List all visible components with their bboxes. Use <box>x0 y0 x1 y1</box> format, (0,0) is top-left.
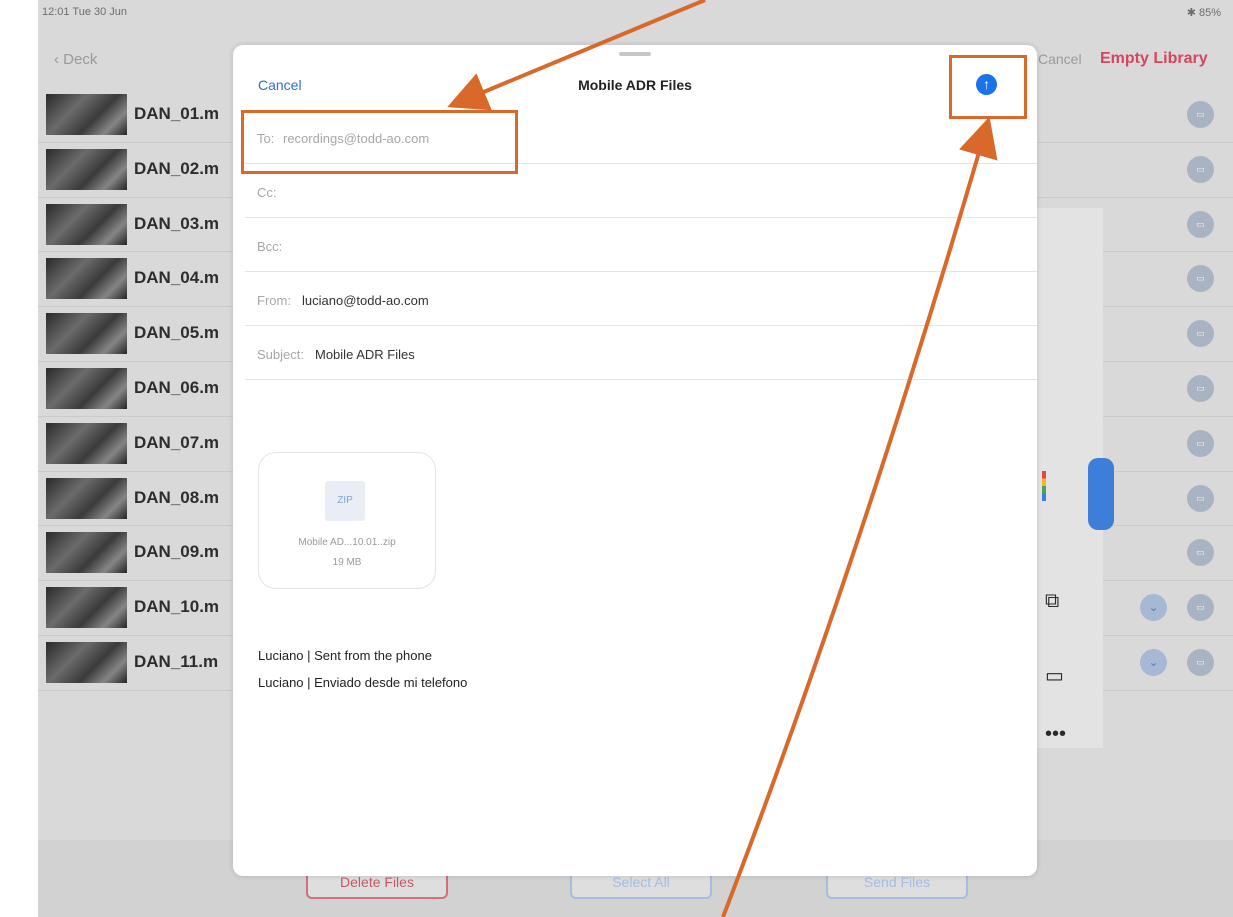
from-label: From: <box>257 293 291 308</box>
file-name: DAN_05.m <box>134 323 220 343</box>
share-file-icon[interactable]: ▭ <box>1187 155 1214 183</box>
share-file-icon[interactable]: ▭ <box>1187 429 1214 457</box>
chevron-down-icon[interactable]: ⌄ <box>1140 594 1167 622</box>
video-thumbnail <box>46 203 127 245</box>
share-file-icon[interactable]: ▭ <box>1187 101 1214 128</box>
chevron-down-icon[interactable]: ⌄ <box>1140 648 1167 676</box>
share-file-icon[interactable]: ▭ <box>1187 648 1214 676</box>
attachment-name: Mobile AD...10.01..zip <box>298 537 396 548</box>
file-name: DAN_02.m <box>134 158 220 178</box>
library-cancel-button[interactable]: Cancel <box>1038 51 1082 67</box>
video-thumbnail <box>46 587 127 629</box>
status-time: 12:01 Tue 30 Jun <box>42 6 128 18</box>
bcc-label: Bcc: <box>257 239 283 254</box>
file-name: DAN_11.m <box>134 651 219 671</box>
file-name: DAN_10.m <box>134 597 220 617</box>
share-file-icon[interactable]: ▭ <box>1187 484 1214 512</box>
video-thumbnail <box>46 422 127 464</box>
from-value: luciano@todd-ao.com <box>302 293 429 308</box>
video-thumbnail <box>46 258 127 300</box>
zip-file-icon: ZIP <box>325 481 365 521</box>
mail-body-line[interactable]: Luciano | Enviado desde mi telefono <box>258 675 467 690</box>
folder-icon[interactable]: ▭ <box>1045 663 1064 688</box>
bcc-field[interactable]: Bcc: <box>245 219 1037 272</box>
video-thumbnail <box>46 641 127 683</box>
copy-icon[interactable]: ⧉ <box>1045 590 1059 613</box>
video-thumbnail <box>46 94 127 135</box>
status-battery: ✱ 85% <box>1186 7 1221 19</box>
back-button[interactable]: ‹ Deck <box>54 51 97 68</box>
share-file-icon[interactable]: ▭ <box>1187 374 1214 402</box>
from-field[interactable]: From: luciano@todd-ao.com <box>245 273 1037 326</box>
subject-field[interactable]: Subject: Mobile ADR Files <box>245 327 1037 380</box>
share-file-icon[interactable]: ▭ <box>1187 265 1214 293</box>
status-bar: 12:01 Tue 30 Jun ✱ 85% <box>38 0 1233 24</box>
share-sheet-panel: ⧉ ▭ ••• <box>1029 208 1114 748</box>
file-name: DAN_08.m <box>134 487 220 507</box>
to-field-highlight <box>241 110 518 174</box>
mail-title: Mobile ADR Files <box>578 77 692 93</box>
file-name: DAN_01.m <box>134 104 220 123</box>
file-name: DAN_04.m <box>134 268 220 288</box>
share-file-icon[interactable]: ▭ <box>1187 594 1214 622</box>
zip-attachment[interactable]: ZIP Mobile AD...10.01..zip 19 MB <box>258 452 436 589</box>
video-thumbnail <box>46 532 127 574</box>
back-label: Deck <box>63 51 98 68</box>
share-file-icon[interactable]: ▭ <box>1187 210 1214 238</box>
video-thumbnail <box>46 148 127 190</box>
file-name: DAN_06.m <box>134 377 220 397</box>
mail-app-icon[interactable] <box>1088 458 1114 530</box>
app-color-icon <box>1042 471 1046 501</box>
share-file-icon[interactable]: ▭ <box>1187 539 1214 567</box>
file-name: DAN_09.m <box>134 542 220 562</box>
more-icon[interactable]: ••• <box>1045 723 1066 746</box>
mail-header: Cancel Mobile ADR Files ↑ <box>233 45 1037 107</box>
video-thumbnail <box>46 477 127 519</box>
attachment-size: 19 MB <box>332 557 362 568</box>
send-button-highlight <box>949 55 1027 119</box>
video-thumbnail <box>46 367 127 409</box>
share-file-icon[interactable]: ▭ <box>1187 320 1214 348</box>
video-thumbnail <box>46 313 127 355</box>
empty-library-button[interactable]: Empty Library <box>1100 50 1208 68</box>
subject-value: Mobile ADR Files <box>315 347 415 362</box>
file-name: DAN_07.m <box>134 432 220 452</box>
cc-label: Cc: <box>257 185 277 200</box>
mail-body-line[interactable]: Luciano | Sent from the phone <box>258 648 432 663</box>
file-name: DAN_03.m <box>134 213 220 233</box>
subject-label: Subject: <box>257 347 304 362</box>
